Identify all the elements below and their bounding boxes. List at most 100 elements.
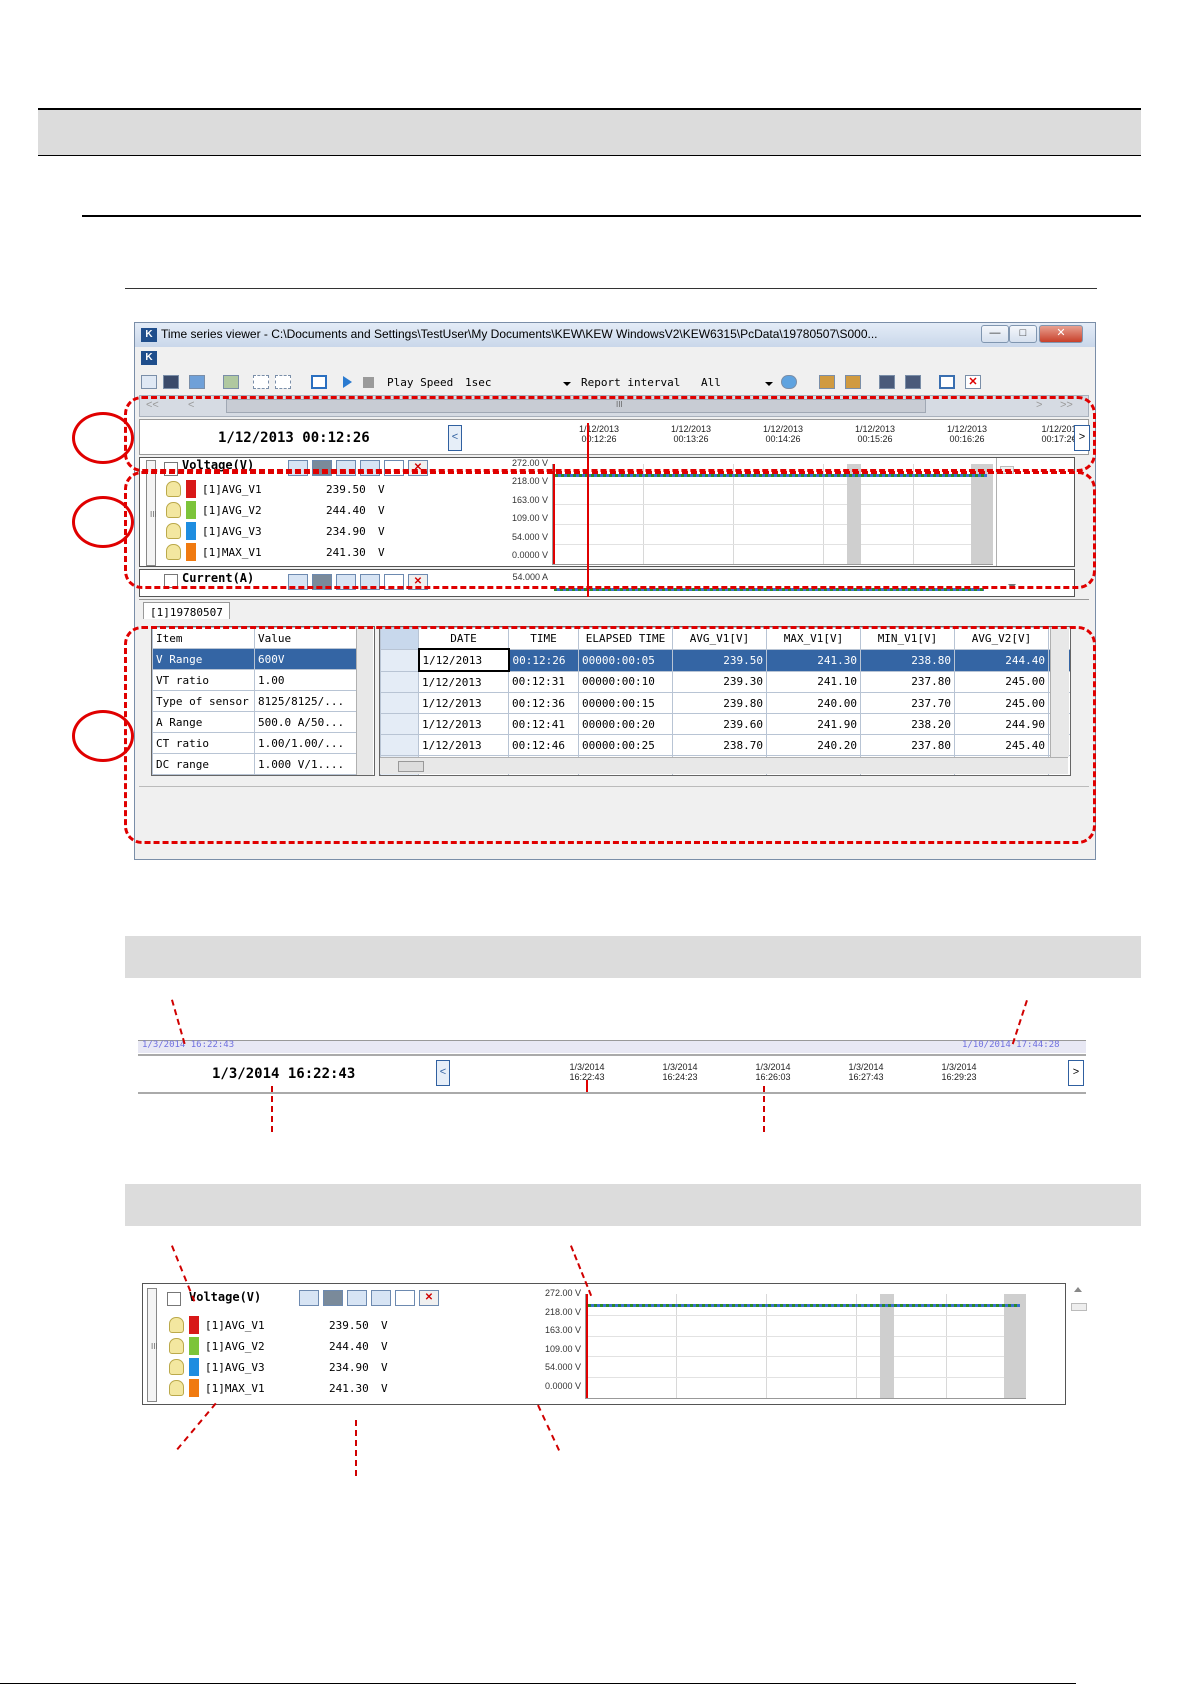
y-tick-label: 54.000 V [544,1362,581,1373]
tick-time: 16:29:23 [941,1072,977,1082]
grid-line [676,1294,677,1398]
print-icon[interactable] [879,375,895,389]
callout-circle-2 [72,496,134,548]
tile-icon[interactable] [253,375,269,389]
tick-time: 16:24:23 [662,1072,698,1082]
layout-icon[interactable] [141,375,157,389]
title-bar: K Time series viewer - C:\Documents and … [135,323,1095,347]
series-color-swatch[interactable] [189,1379,199,1397]
play-speed-dropdown-icon[interactable] [563,382,571,386]
detail-close-icon[interactable]: ✕ [419,1290,439,1306]
series-row[interactable]: [1]AVG_V2 244.40 V [169,1337,409,1357]
detail-restore-icon[interactable] [371,1290,391,1306]
report2-icon[interactable] [845,375,861,389]
y-tick-label: 0.0000 V [544,1381,581,1391]
series-name: [1]MAX_V1 [205,1382,265,1395]
section-band-3 [125,1184,1141,1226]
minimize-button[interactable]: — [981,325,1009,343]
tick-date: 1/3/2014 [941,1062,977,1072]
detail-range-start: 1/3/2014 16:22:43 [142,1040,235,1050]
detail-panel-scrollbar[interactable] [1068,1283,1090,1405]
series-row[interactable]: [1]AVG_V3 234.90 V [169,1358,409,1378]
tick-time: 16:27:43 [848,1072,884,1082]
stop-icon[interactable] [363,377,374,388]
play-speed-label: Play Speed [387,376,454,389]
visibility-bulb-icon[interactable] [169,1380,184,1396]
detail-panel-checkbox[interactable] [167,1292,181,1306]
series-color-swatch[interactable] [189,1358,199,1376]
report-interval-value[interactable]: All [701,376,721,389]
data-tab[interactable]: [1]19780507 [143,602,230,619]
plot-cursor[interactable] [586,1294,588,1398]
series-trace [588,1304,1020,1307]
series-name: [1]AVG_V1 [205,1319,265,1332]
report-icon[interactable] [819,375,835,389]
fullscreen-icon[interactable] [311,375,327,389]
tick-date: 1/3/2014 [569,1062,605,1072]
detail-panel-title: Voltage(V) [189,1290,262,1304]
gap-band [1004,1294,1026,1398]
maximize-button[interactable]: □ [1009,325,1037,343]
close-button[interactable]: ✕ [1039,325,1083,343]
detail-time-row: 1/3/2014 16:22:43 < 1/3/2014 16:22:43 1/3/… [138,1054,1086,1094]
visibility-bulb-icon[interactable] [169,1359,184,1375]
detail-cursor [586,1080,588,1092]
detail-time-tick: 1/3/2014 16:24:23 [645,1062,715,1082]
grid-line [766,1294,767,1398]
grid-line [586,1356,1026,1357]
grid-line [586,1336,1026,1337]
report-interval-dropdown-icon[interactable] [765,382,773,386]
detail-zoom-icon[interactable] [299,1290,319,1306]
detail-next-button[interactable]: > [1068,1060,1084,1086]
footer-rule [0,1683,1076,1684]
series-color-swatch[interactable] [189,1316,199,1334]
callout-circle-1 [72,412,134,464]
play-icon[interactable] [343,376,352,388]
detail-series-grip[interactable]: III [151,1342,158,1351]
leader-line-series-name [176,1402,217,1450]
detail-maximize-icon[interactable] [395,1290,415,1306]
print-preview-icon[interactable] [905,375,921,389]
series-value: 239.50 [329,1319,369,1332]
window-split-icon[interactable] [939,375,955,389]
tick-date: 1/3/2014 [848,1062,884,1072]
data-tab-label: [1]19780507 [150,606,223,619]
export-icon[interactable] [223,375,239,389]
cascade-icon[interactable] [275,375,291,389]
callout-region-3 [124,626,1096,844]
detail-time-tick: 1/3/2014 16:22:43 [552,1062,622,1082]
detail-minimize-icon[interactable] [347,1290,367,1306]
series-row[interactable]: [1]MAX_V1 241.30 V [169,1379,409,1399]
section-rule [82,215,1141,217]
gap-band [880,1294,894,1398]
detail-prev-button[interactable]: < [436,1060,450,1086]
leader-line-tick [763,1086,765,1132]
series-color-swatch[interactable] [189,1337,199,1355]
table-icon[interactable] [189,375,205,389]
visibility-bulb-icon[interactable] [169,1338,184,1354]
refresh-icon[interactable] [781,375,797,389]
delete-icon[interactable]: ✕ [965,375,981,389]
play-speed-value[interactable]: 1sec [465,376,492,389]
detail-range-bar[interactable] [138,1040,1086,1053]
series-value: 244.40 [329,1340,369,1353]
series-value: 234.90 [329,1361,369,1374]
grid-line [586,1377,1026,1378]
leader-line-range-start [171,999,186,1045]
series-name: [1]AVG_V2 [205,1340,265,1353]
chart-icon[interactable] [163,375,179,389]
detail-scroll-up-icon[interactable] [1074,1287,1082,1292]
detail-image-icon[interactable] [323,1290,343,1306]
visibility-bulb-icon[interactable] [169,1317,184,1333]
callout-circle-3 [72,710,134,762]
y-tick-label: 218.00 V [544,1306,581,1317]
series-unit: V [381,1319,388,1332]
detail-nav: 1/3/2014 16:22:43 1/10/2014 17:44:28 1/3… [138,1040,1096,1096]
series-row[interactable]: [1]AVG_V1 239.50 V [169,1316,409,1336]
header-band [38,108,1141,156]
menu-app-icon[interactable]: K [141,351,157,365]
window-title: Time series viewer - C:\Documents and Se… [161,327,878,341]
section-band-2 [125,936,1141,978]
app-icon: K [141,328,157,342]
callout-region-1 [124,396,1096,472]
